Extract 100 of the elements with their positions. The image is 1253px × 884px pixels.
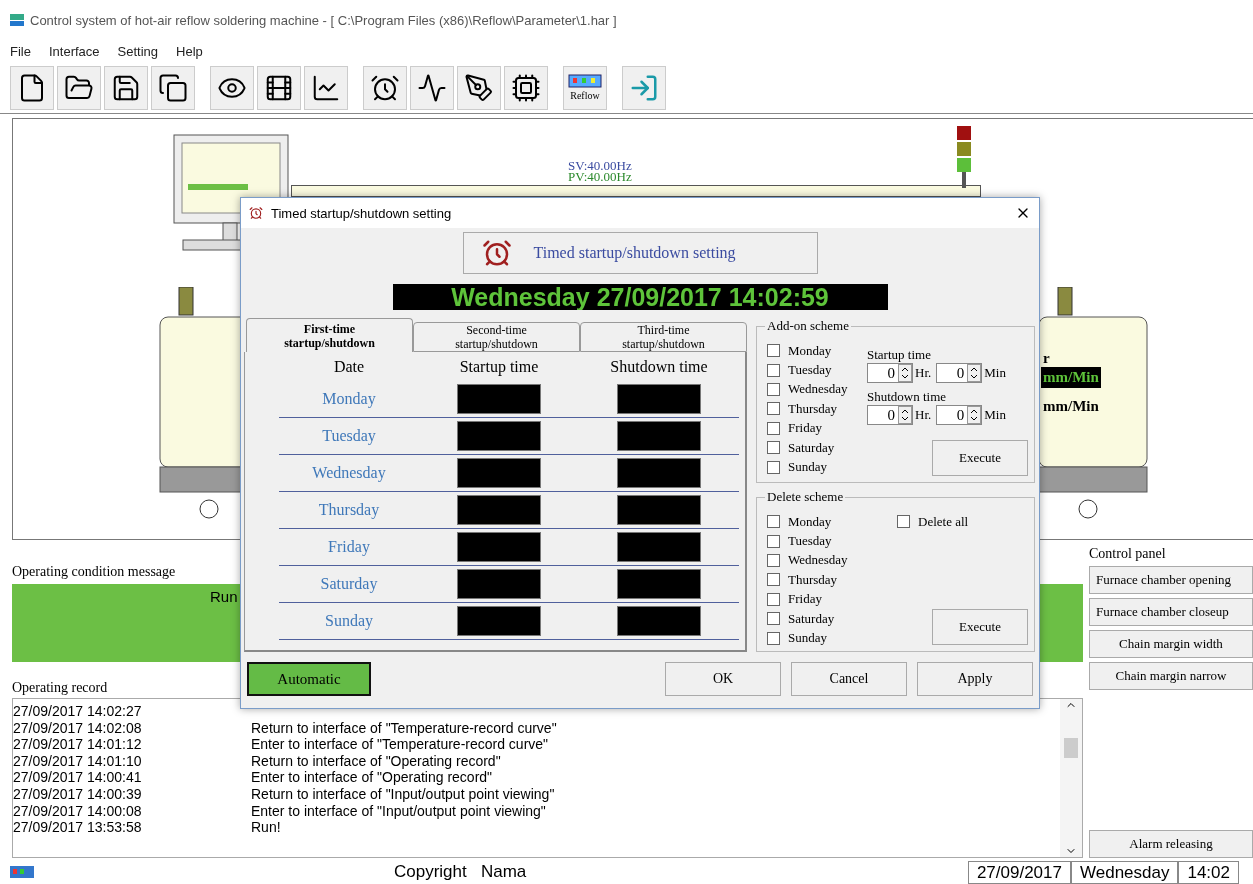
checkbox[interactable]: Saturday — [767, 437, 867, 458]
checkbox-box[interactable] — [767, 460, 780, 474]
panel-button[interactable]: Chain margin narrow — [1089, 662, 1253, 690]
alarm-clock-icon — [249, 206, 263, 220]
checkbox-box[interactable] — [767, 534, 780, 548]
checkbox[interactable]: Delete all — [897, 512, 1028, 532]
checkbox[interactable]: Tuesday — [767, 531, 867, 551]
record-time: 27/09/2017 14:01:12 — [13, 736, 143, 753]
toolbar-button[interactable] — [57, 65, 101, 110]
checkbox[interactable]: Friday — [767, 418, 867, 438]
group-label: Operating condition message — [12, 564, 177, 580]
spin-arrows-icon[interactable] — [898, 406, 912, 424]
status-date: 27/09/2017 — [967, 860, 1071, 884]
checkbox-box[interactable] — [897, 515, 910, 529]
column-header: Shutdown time — [609, 357, 709, 377]
record-message: Enter to interface of "Operating record" — [251, 769, 493, 786]
toolbar-button[interactable] — [104, 65, 148, 110]
day-label: Wednesday — [311, 464, 387, 482]
reflow-button[interactable]: Reflow — [563, 65, 607, 110]
tab[interactable]: First-time startup/shutdown — [246, 318, 413, 352]
checkbox-box[interactable] — [767, 402, 780, 416]
app-icon — [10, 14, 24, 26]
record-time: 27/09/2017 14:02:27 — [13, 703, 143, 720]
unit-label: Hr. — [915, 407, 932, 423]
spin-arrows-icon[interactable] — [967, 406, 982, 424]
panel-button[interactable]: Furnace chamber opening — [1089, 566, 1253, 594]
record-message: Return to interface of "Operating record" — [251, 752, 501, 770]
day-label: Thursday — [317, 501, 381, 519]
checkbox-box[interactable] — [767, 382, 780, 396]
record-message: Run! — [251, 819, 281, 836]
checkbox-box[interactable] — [767, 573, 780, 587]
number-field[interactable]: 0 — [936, 363, 983, 383]
number-field[interactable]: 0 — [867, 363, 913, 383]
day-label: Monday — [321, 390, 377, 408]
speed-label: r — [1043, 351, 1050, 366]
record-time: 27/09/2017 14:00:41 — [13, 769, 143, 786]
execute-button[interactable]: Execute — [932, 609, 1028, 645]
checkbox[interactable]: Thursday — [767, 570, 867, 590]
toolbar-button[interactable] — [151, 65, 195, 110]
tab[interactable]: Second-time startup/shutdown — [413, 322, 580, 352]
record-message: Return to interface of "Input/output point viewing" — [251, 785, 555, 803]
record-time: 27/09/2017 14:02:08 — [13, 719, 143, 737]
group-label: Operating record — [12, 680, 109, 696]
automatic-button[interactable]: Automatic — [247, 662, 371, 696]
checkbox[interactable]: Sunday — [767, 628, 867, 648]
number-field[interactable]: 0 — [936, 405, 983, 425]
frequency-setpoint: SV:40.00Hz — [568, 159, 632, 172]
frequency-reading: PV:40.00Hz — [568, 170, 632, 183]
tab[interactable]: Third-time startup/shutdown — [580, 322, 747, 352]
spin-arrows-icon[interactable] — [898, 364, 912, 382]
checkbox-box[interactable] — [767, 344, 780, 358]
checkbox[interactable]: Monday — [767, 341, 867, 361]
dialog-button[interactable]: OK — [665, 662, 781, 696]
execute-button[interactable]: Execute — [932, 440, 1028, 476]
checkbox[interactable]: Sunday — [767, 457, 867, 477]
checkbox[interactable]: Tuesday — [767, 360, 867, 380]
checkbox[interactable]: Wednesday — [767, 379, 867, 400]
spin-arrows-icon[interactable] — [967, 364, 982, 382]
record-time: 27/09/2017 13:53:58 — [13, 819, 143, 836]
checkbox-box[interactable] — [767, 421, 780, 435]
checkbox[interactable]: Thursday — [767, 399, 867, 419]
toolbar-button[interactable] — [257, 65, 301, 110]
checkbox-box[interactable] — [767, 363, 780, 377]
record-message: Enter to interface of "Input/output point viewing" — [251, 802, 546, 820]
menu-item[interactable]: Help — [176, 43, 203, 59]
checkbox-box[interactable] — [767, 553, 780, 567]
toolbar-button[interactable] — [504, 65, 548, 110]
checkbox-box[interactable] — [767, 515, 780, 529]
panel-button[interactable]: Chain margin width — [1089, 630, 1253, 658]
scroll-thumb[interactable] — [1064, 738, 1078, 758]
checkbox-box[interactable] — [767, 592, 780, 606]
field-label: Shutdown time — [867, 389, 948, 405]
checkbox-box[interactable] — [767, 441, 780, 455]
checkbox-box[interactable] — [767, 631, 780, 645]
toolbar-button[interactable] — [10, 65, 54, 110]
day-label: Saturday — [319, 575, 379, 593]
alarm-clock-icon — [481, 238, 512, 268]
menu-item[interactable]: Setting — [117, 43, 159, 59]
exit-button[interactable] — [622, 65, 666, 110]
conveyor-icon — [568, 74, 602, 90]
alarm-button[interactable]: Alarm releasing — [1089, 830, 1253, 858]
dialog-button[interactable]: Cancel — [791, 662, 907, 696]
dialog-button[interactable]: Apply — [917, 662, 1033, 696]
toolbar-button[interactable] — [363, 65, 407, 110]
menu-item[interactable]: Interface — [48, 43, 100, 59]
checkbox-box[interactable] — [767, 612, 780, 626]
toolbar-button[interactable] — [410, 65, 454, 110]
checkbox[interactable]: Monday — [767, 512, 867, 532]
checkbox[interactable]: Wednesday — [767, 550, 867, 571]
app-icon — [10, 866, 34, 878]
toolbar-button[interactable] — [304, 65, 348, 110]
toolbar-button[interactable] — [457, 65, 501, 110]
menu-item[interactable]: File — [10, 43, 31, 59]
checkbox[interactable]: Friday — [767, 589, 867, 609]
number-field[interactable]: 0 — [867, 405, 913, 425]
scrollbar[interactable] — [1060, 699, 1082, 857]
field-label: Startup time — [867, 347, 932, 363]
toolbar-button[interactable] — [210, 65, 254, 110]
checkbox[interactable]: Saturday — [767, 608, 867, 629]
panel-button[interactable]: Furnace chamber closeup — [1089, 598, 1253, 626]
